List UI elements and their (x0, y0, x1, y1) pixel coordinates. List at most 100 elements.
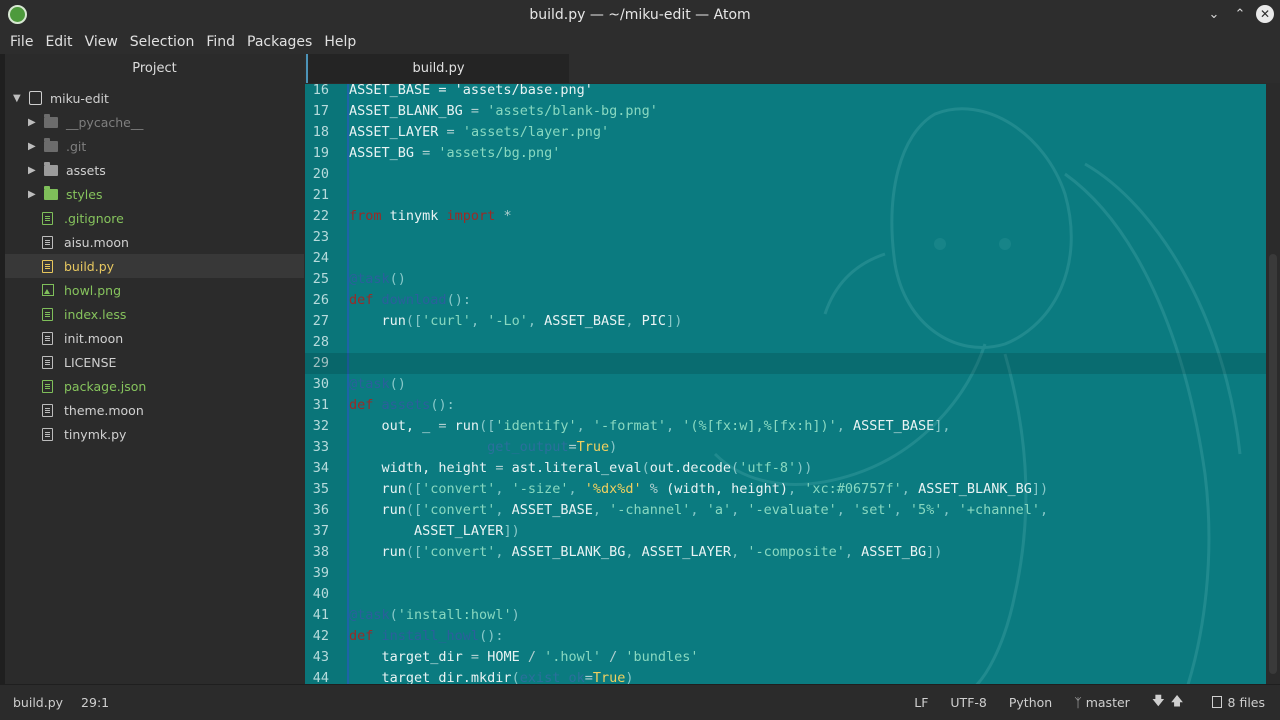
menu-selection[interactable]: Selection (124, 34, 201, 50)
tree-item[interactable]: ▶ styles (5, 182, 304, 206)
tree-item[interactable]: init.moon (5, 326, 304, 350)
tree-item[interactable]: build.py (5, 254, 304, 278)
file-icon (42, 307, 53, 321)
code-line[interactable]: ASSET_LAYER]) (349, 521, 520, 542)
chevron-down-icon[interactable]: ▼ (13, 93, 23, 104)
code-token: '(%[fx:w],%[fx:h])' (682, 418, 837, 434)
line-number[interactable]: 37 (305, 521, 329, 542)
tree-item[interactable]: .gitignore (5, 206, 304, 230)
line-number[interactable]: 42 (305, 626, 329, 647)
menu-edit[interactable]: Edit (39, 34, 78, 50)
tree-item[interactable]: LICENSE (5, 350, 304, 374)
code-line[interactable]: @task() (349, 269, 406, 290)
line-number[interactable]: 26 (305, 290, 329, 311)
line-number[interactable]: 28 (305, 332, 329, 353)
vertical-scrollbar[interactable] (1266, 84, 1280, 684)
tree-item[interactable]: theme.moon (5, 398, 304, 422)
line-number[interactable]: 16 (305, 84, 329, 101)
code-line[interactable]: width, height = ast.literal_eval(out.dec… (349, 458, 813, 479)
code-token: 'xc:#06757f' (804, 481, 902, 497)
line-number[interactable]: 35 (305, 479, 329, 500)
line-number[interactable]: 20 (305, 164, 329, 185)
line-number[interactable]: 33 (305, 437, 329, 458)
menu-help[interactable]: Help (318, 34, 362, 50)
line-number[interactable]: 34 (305, 458, 329, 479)
minimize-icon[interactable]: ⌄ (1204, 4, 1224, 24)
code-token: , (470, 313, 488, 329)
line-number[interactable]: 38 (305, 542, 329, 563)
line-number[interactable]: 43 (305, 647, 329, 668)
line-number[interactable]: 30 (305, 374, 329, 395)
line-number[interactable]: 27 (305, 311, 329, 332)
menu-view[interactable]: View (79, 34, 124, 50)
status-cursor-position[interactable]: 29:1 (81, 695, 109, 710)
tab-build-py[interactable]: build.py (306, 54, 569, 83)
status-git-branch[interactable]: ᛉ master (1074, 695, 1130, 710)
code-line[interactable]: def download(): (349, 290, 471, 311)
menu-file[interactable]: File (4, 34, 39, 50)
code-line[interactable]: from tinymk import * (349, 206, 512, 227)
code-line[interactable]: ASSET_BASE = 'assets/base.png' (349, 84, 593, 101)
tree-item[interactable]: ▶ __pycache__ (5, 110, 304, 134)
tree-item[interactable]: howl.png (5, 278, 304, 302)
tree-root-miku-edit[interactable]: ▼ miku-edit (5, 86, 304, 110)
line-number[interactable]: 24 (305, 248, 329, 269)
code-line[interactable]: run(['curl', '-Lo', ASSET_BASE, PIC]) (349, 311, 683, 332)
code-editor[interactable]: 16 17 18 19 20 21 22 23 24 25 26 27 28 29 30 31 32 33 34 35… (305, 84, 1266, 684)
code-line[interactable]: target_dir.mkdir(exist_ok=True) (349, 668, 634, 684)
line-number[interactable]: 39 (305, 563, 329, 584)
tree-item[interactable]: package.json (5, 374, 304, 398)
tree-item[interactable]: index.less (5, 302, 304, 326)
chevron-right-icon[interactable]: ▶ (28, 141, 38, 152)
code-line[interactable]: ASSET_LAYER = 'assets/layer.png' (349, 122, 609, 143)
code-line[interactable]: run(['convert', ASSET_BLANK_BG, ASSET_LA… (349, 542, 943, 563)
status-file-count[interactable]: 8 files (1211, 695, 1265, 710)
line-number[interactable]: 41 (305, 605, 329, 626)
git-fetch-arrows-icon[interactable]: 🡇🡅 (1152, 692, 1190, 713)
chevron-right-icon[interactable]: ▶ (28, 189, 38, 200)
tree-item[interactable]: ▶ .git (5, 134, 304, 158)
maximize-icon[interactable]: ⌃ (1230, 4, 1250, 24)
code-line[interactable]: target_dir = HOME / '.howl' / 'bundles' (349, 647, 699, 668)
code-line[interactable]: ASSET_BLANK_BG = 'assets/blank-bg.png' (349, 101, 658, 122)
code-line[interactable]: run(['convert', ASSET_BASE, '-channel', … (349, 500, 1049, 521)
line-number[interactable]: 36 (305, 500, 329, 521)
tree-item[interactable]: aisu.moon (5, 230, 304, 254)
code-line[interactable]: def install_howl(): (349, 626, 503, 647)
scrollbar-thumb[interactable] (1269, 254, 1277, 674)
tree-view-title[interactable]: Project (5, 54, 304, 83)
status-encoding[interactable]: UTF-8 (950, 695, 986, 710)
line-number[interactable]: 44 (305, 668, 329, 684)
code-line[interactable]: def assets(): (349, 395, 455, 416)
code-line[interactable]: get_output=True) (349, 437, 617, 458)
line-number[interactable]: 40 (305, 584, 329, 605)
code-line[interactable]: out, _ = run(['identify', '-format', '(%… (349, 416, 951, 437)
line-number[interactable]: 31 (305, 395, 329, 416)
status-grammar[interactable]: Python (1009, 695, 1052, 710)
code-line[interactable]: @task('install:howl') (349, 605, 520, 626)
tree-item[interactable]: ▶ assets (5, 158, 304, 182)
code-line[interactable]: @task() (349, 374, 406, 395)
line-number[interactable]: 23 (305, 227, 329, 248)
line-number[interactable]: 19 (305, 143, 329, 164)
chevron-right-icon[interactable]: ▶ (28, 117, 38, 128)
line-number[interactable]: 17 (305, 101, 329, 122)
chevron-right-icon[interactable]: ▶ (28, 165, 38, 176)
close-icon[interactable]: ✕ (1256, 5, 1274, 23)
status-file-name[interactable]: build.py (13, 695, 63, 710)
tree-item[interactable]: tinymk.py (5, 422, 304, 446)
code-token: True (576, 439, 610, 455)
line-number-gutter[interactable]: 16 17 18 19 20 21 22 23 24 25 26 27 28 29 30 31 32 33 34 35… (305, 84, 347, 684)
menu-find[interactable]: Find (200, 34, 241, 50)
line-number[interactable]: 25 (305, 269, 329, 290)
line-number[interactable]: 22 (305, 206, 329, 227)
status-line-ending[interactable]: LF (914, 695, 928, 710)
line-number[interactable]: 18 (305, 122, 329, 143)
line-number[interactable]: 32 (305, 416, 329, 437)
code-token: import (446, 208, 496, 224)
code-line[interactable]: ASSET_BG = 'assets/bg.png' (349, 143, 560, 164)
image-file-icon (42, 284, 54, 296)
code-line[interactable]: run(['convert', '-size', '%dx%d' % (widt… (349, 479, 1049, 500)
menu-packages[interactable]: Packages (241, 34, 318, 50)
line-number[interactable]: 21 (305, 185, 329, 206)
